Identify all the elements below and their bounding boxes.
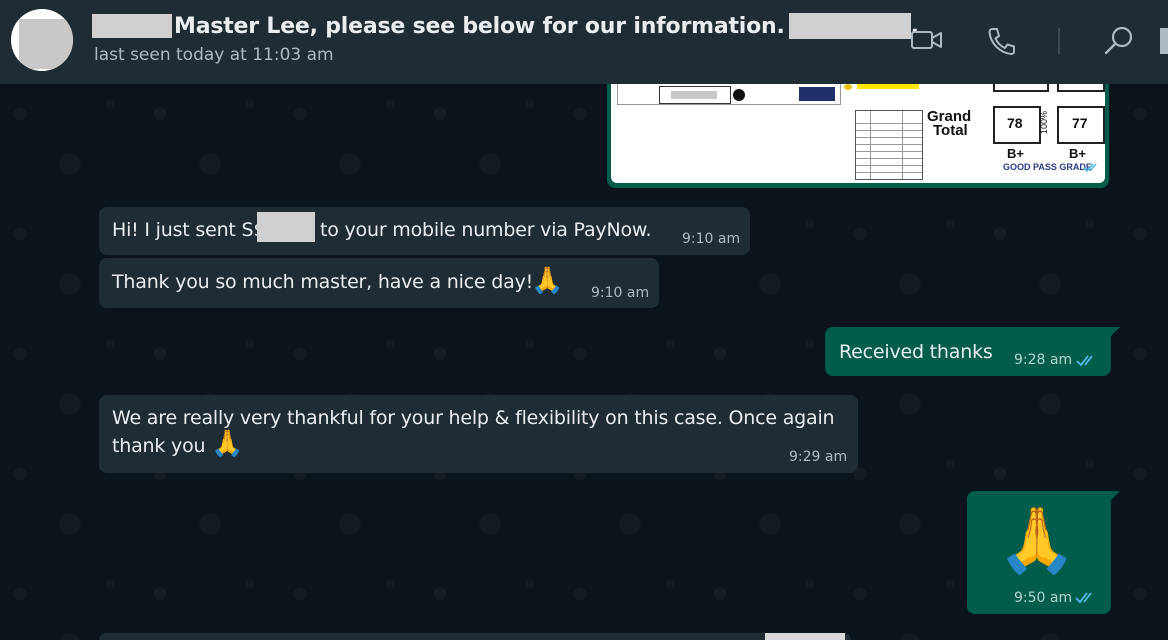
message-text: Received thanks: [839, 341, 993, 363]
message-text: Hi! I just sent S$: [112, 219, 266, 241]
menu-edge[interactable]: [1160, 28, 1168, 54]
close-circle-icon: [733, 89, 745, 101]
folded-hands-emoji: 🙏: [211, 429, 244, 459]
bubble-tail: [1110, 491, 1120, 501]
message-bubble[interactable]: Received thanks 9:28 am: [825, 327, 1111, 376]
amount-redaction: [257, 212, 315, 242]
score-2: 77: [1072, 115, 1088, 131]
message-bubble-partial[interactable]: [99, 633, 851, 640]
score-1: 78: [1007, 115, 1023, 131]
folded-hands-emoji: 🙏: [531, 266, 564, 296]
message-bubble[interactable]: Thank you so much master, have a nice da…: [99, 258, 659, 308]
message-text: We are really very thankful for your hel…: [112, 407, 835, 429]
percent-label: 100%: [1039, 110, 1049, 134]
message-time: 9:28 am: [1014, 352, 1073, 368]
doc-box-top-1: [993, 84, 1049, 92]
read-ticks-icon: [1083, 163, 1097, 173]
message-time: 9:29 am: [789, 449, 848, 465]
last-seen-status: last seen today at 11:03 am: [94, 45, 334, 65]
folded-hands-emoji: 🙏: [997, 504, 1077, 578]
image-preview[interactable]: Grand Total 78 100% 77 B+ B+ GOOD PASS G…: [611, 84, 1105, 183]
read-ticks-icon: [1075, 592, 1092, 604]
chat-header[interactable]: Master Lee, please see below for our inf…: [0, 0, 1168, 84]
header-divider: [1058, 28, 1060, 54]
grading-table: [855, 110, 923, 180]
voice-call-icon[interactable]: [986, 26, 1018, 56]
message-time: 9:50 am: [1014, 590, 1073, 606]
contact-name: Master Lee, please see below for our inf…: [174, 13, 785, 39]
bubble-tail: [1110, 327, 1120, 337]
video-call-icon[interactable]: [910, 28, 944, 52]
name-redaction: [92, 14, 172, 38]
message-text-2: thank you: [112, 435, 206, 457]
grade-caption: GOOD PASS GRADE: [1003, 162, 1092, 172]
contact-name-row[interactable]: Master Lee, please see below for our inf…: [92, 12, 919, 40]
doc-box-top-2: [1057, 84, 1105, 92]
message-text-2: to your mobile number via PayNow.: [320, 219, 652, 241]
name-redaction-2: [788, 13, 911, 39]
avatar[interactable]: [11, 9, 73, 71]
avatar-redaction: [19, 19, 73, 69]
doc-highlight: [857, 84, 919, 89]
grade-1: B+: [1007, 146, 1024, 161]
image-thumbnail-partial: [765, 633, 845, 640]
image-message[interactable]: Grand Total 78 100% 77 B+ B+ GOOD PASS G…: [607, 84, 1109, 188]
message-time: 9:10 am: [682, 231, 741, 247]
doc-logo: [799, 87, 835, 101]
search-icon[interactable]: [1102, 24, 1136, 58]
message-bubble[interactable]: 🙏 9:50 am: [967, 491, 1111, 614]
grand-total-label-2: Total: [933, 122, 968, 139]
message-bubble[interactable]: We are really very thankful for your hel…: [99, 395, 858, 473]
message-bubble[interactable]: Hi! I just sent S$ to your mobile number…: [99, 207, 750, 255]
doc-redaction: [671, 91, 717, 99]
read-ticks-icon: [1076, 355, 1093, 367]
grade-2: B+: [1069, 146, 1086, 161]
message-text: Thank you so much master, have a nice da…: [112, 271, 534, 293]
doc-bullet: [844, 84, 852, 90]
message-time: 9:10 am: [591, 285, 650, 301]
